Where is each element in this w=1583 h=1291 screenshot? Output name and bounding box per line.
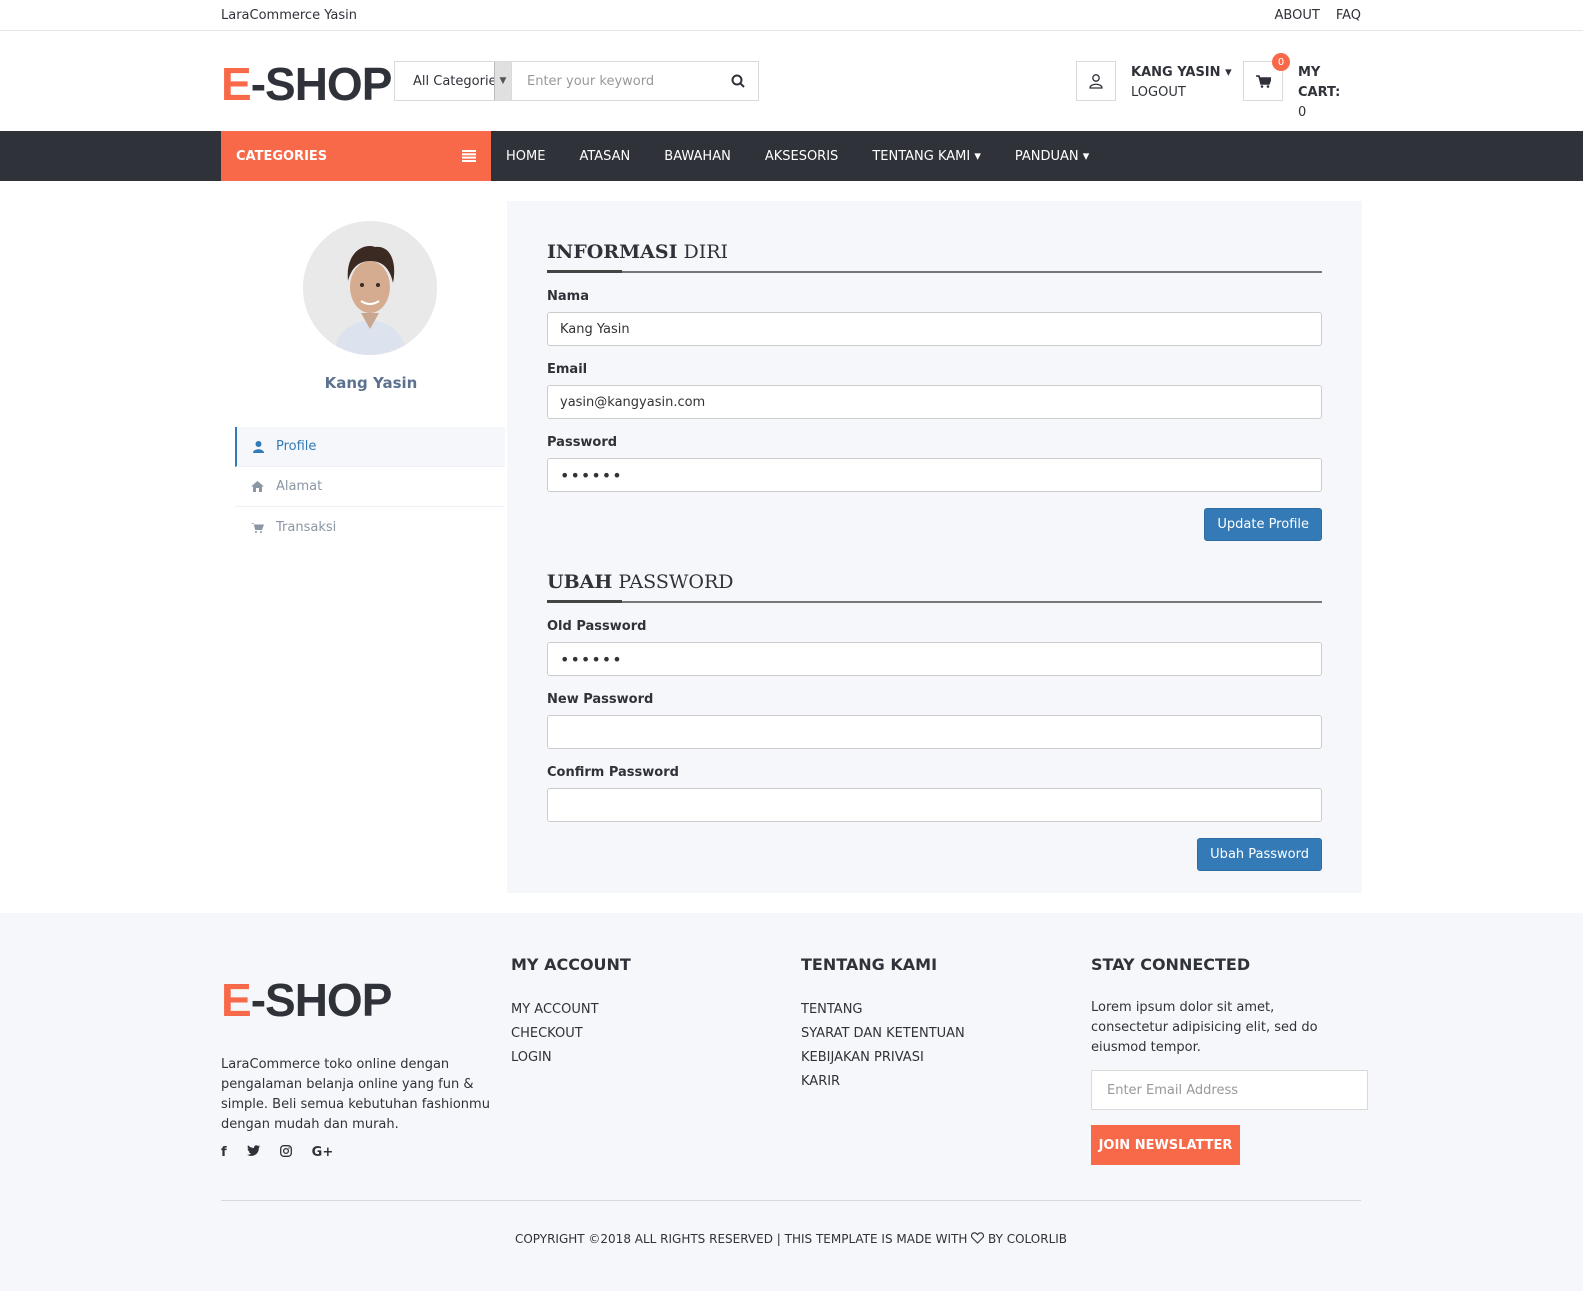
faq-link[interactable]: FAQ xyxy=(1336,8,1361,23)
newsletter-text: Lorem ipsum dolor sit amet, consectetur … xyxy=(1091,1000,1318,1055)
profile-sidebar: Kang Yasin Profile Alamat Transaksi xyxy=(221,181,507,913)
password-field[interactable]: •••••• xyxy=(547,458,1322,492)
footer-divider xyxy=(221,1200,1361,1201)
category-select[interactable]: All Categories ▼ xyxy=(395,62,512,100)
cart-count-badge: 0 xyxy=(1272,53,1290,71)
search-bar: All Categories ▼ Enter your keyword xyxy=(394,61,759,101)
caret-down-icon: ▾ xyxy=(1082,148,1090,164)
old-password-field[interactable]: •••••• xyxy=(547,642,1322,676)
footer-link-checkout[interactable]: CHECKOUT xyxy=(511,1022,631,1046)
footer-link-syarat[interactable]: SYARAT DAN KETENTUAN xyxy=(801,1022,965,1046)
footer-heading: TENTANG KAMI xyxy=(801,955,938,974)
profile-user-name: Kang Yasin xyxy=(324,374,418,392)
top-bar: LaraCommerce Yasin ABOUT FAQ xyxy=(0,0,1583,31)
ubah-password-button[interactable]: Ubah Password xyxy=(1197,838,1322,871)
chevron-down-icon[interactable]: ▼ xyxy=(494,62,511,100)
nav-bawahan[interactable]: BAWAHAN xyxy=(664,149,731,164)
nav-tentang-kami[interactable]: TENTANG KAMI ▾ xyxy=(872,149,981,164)
confirm-password-label: Confirm Password xyxy=(547,765,679,780)
password-label: Password xyxy=(547,435,618,450)
old-password-label: Old Password xyxy=(547,619,647,634)
nav-menu: HOME ATASAN BAWAHAN AKSESORIS TENTANG KA… xyxy=(491,131,1089,181)
name-label: Nama xyxy=(547,289,589,304)
confirm-password-field[interactable] xyxy=(547,788,1322,822)
list-icon xyxy=(462,150,476,162)
sidebar-item-alamat[interactable]: Alamat xyxy=(235,467,505,507)
new-password-label: New Password xyxy=(547,692,654,707)
heart-icon xyxy=(971,1232,985,1244)
profile-form-panel: INFORMASI DIRI Nama Kang Yasin Email yas… xyxy=(507,201,1362,893)
update-profile-button[interactable]: Update Profile xyxy=(1204,508,1322,541)
search-button[interactable] xyxy=(718,62,758,100)
avatar xyxy=(303,221,437,355)
nav-aksesoris[interactable]: AKSESORIS xyxy=(765,149,839,164)
footer-stay-connected: STAY CONNECTED Lorem ipsum dolor sit ame… xyxy=(1091,955,1368,1165)
home-icon xyxy=(251,481,264,492)
account-menu: KANG YASIN ▾ LOGOUT xyxy=(1131,63,1232,103)
main-nav: CATEGORIES HOME ATASAN BAWAHAN AKSESORIS… xyxy=(0,131,1583,181)
copyright: COPYRIGHT ©2018 ALL RIGHTS RESERVED | TH… xyxy=(514,1232,1068,1246)
cart-icon xyxy=(251,522,264,533)
site-name: LaraCommerce Yasin xyxy=(221,7,357,23)
footer-link-my-account[interactable]: MY ACCOUNT xyxy=(511,998,631,1022)
footer-link-login[interactable]: LOGIN xyxy=(511,1046,631,1070)
nav-home[interactable]: HOME xyxy=(506,149,545,164)
cart-summary[interactable]: MY CART: 0 xyxy=(1298,63,1361,123)
new-password-field[interactable] xyxy=(547,715,1322,749)
twitter-icon[interactable] xyxy=(246,1145,260,1156)
main-content: Kang Yasin Profile Alamat Transaksi INFO… xyxy=(0,181,1583,913)
section-title-ubah-password: UBAH PASSWORD xyxy=(547,571,1322,603)
footer-link-karir[interactable]: KARIR xyxy=(801,1070,965,1094)
search-icon xyxy=(731,74,745,88)
logout-link[interactable]: LOGOUT xyxy=(1131,83,1232,103)
footer-my-account: MY ACCOUNT MY ACCOUNT CHECKOUT LOGIN xyxy=(511,955,631,1070)
user-icon xyxy=(1089,74,1103,89)
cart-icon xyxy=(1255,74,1271,88)
footer-description: LaraCommerce toko online dengan pengalam… xyxy=(221,1057,490,1132)
facebook-icon[interactable]: f xyxy=(221,1145,227,1160)
account-dropdown[interactable]: KANG YASIN ▾ xyxy=(1131,63,1232,83)
footer: E-SHOP LaraCommerce toko online dengan p… xyxy=(0,913,1583,1291)
account-button[interactable] xyxy=(1076,61,1116,101)
google-plus-icon[interactable]: G+ xyxy=(312,1145,334,1160)
header: E-SHOP All Categories ▼ Enter your keywo… xyxy=(0,31,1583,131)
logo[interactable]: E-SHOP xyxy=(221,57,392,111)
footer-link-tentang[interactable]: TENTANG xyxy=(801,998,965,1022)
section-title-informasi-diri: INFORMASI DIRI xyxy=(547,241,1322,273)
user-icon xyxy=(253,440,264,453)
colorlib-link[interactable]: BY COLORLIB xyxy=(988,1232,1067,1246)
cart-amount: 0 xyxy=(1298,105,1307,120)
newsletter-email-input[interactable]: Enter Email Address xyxy=(1091,1070,1368,1110)
top-links: ABOUT FAQ xyxy=(1275,8,1361,23)
caret-down-icon: ▾ xyxy=(974,148,981,164)
categories-button[interactable]: CATEGORIES xyxy=(221,131,491,181)
profile-menu: Profile Alamat Transaksi xyxy=(235,427,505,547)
footer-logo[interactable]: E-SHOP xyxy=(221,973,392,1027)
name-field[interactable]: Kang Yasin xyxy=(547,312,1322,346)
social-links: f G+ xyxy=(221,1145,333,1160)
footer-link-kebijakan[interactable]: KEBIJAKAN PRIVASI xyxy=(801,1046,965,1070)
caret-down-icon: ▾ xyxy=(1225,65,1232,80)
footer-heading: STAY CONNECTED xyxy=(1091,955,1251,974)
nav-atasan[interactable]: ATASAN xyxy=(579,149,630,164)
nav-panduan[interactable]: PANDUAN ▾ xyxy=(1015,149,1089,164)
email-label: Email xyxy=(547,362,588,377)
search-input[interactable]: Enter your keyword xyxy=(512,62,718,100)
footer-tentang-kami: TENTANG KAMI TENTANG SYARAT DAN KETENTUA… xyxy=(801,955,965,1094)
instagram-icon[interactable] xyxy=(279,1145,292,1157)
footer-heading: MY ACCOUNT xyxy=(511,955,631,974)
email-field[interactable]: yasin@kangyasin.com xyxy=(547,385,1322,419)
join-newsletter-button[interactable]: JOIN NEWSLATTER xyxy=(1091,1125,1240,1165)
about-link[interactable]: ABOUT xyxy=(1275,8,1320,23)
sidebar-item-transaksi[interactable]: Transaksi xyxy=(235,507,505,547)
sidebar-item-profile[interactable]: Profile xyxy=(235,427,505,467)
